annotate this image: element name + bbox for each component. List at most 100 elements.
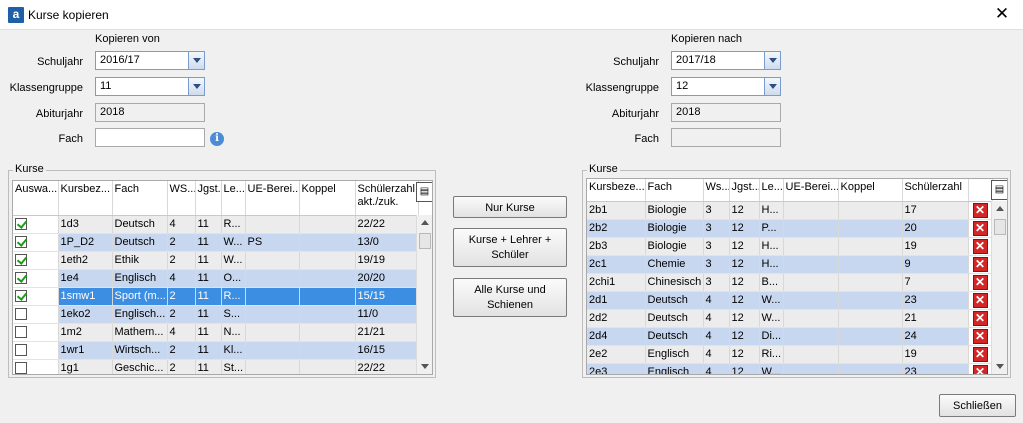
select-checkbox[interactable] bbox=[15, 362, 27, 374]
table-row[interactable]: 1eth2 Ethik 2 11 W... 19/19 bbox=[13, 251, 419, 270]
scroll-thumb[interactable] bbox=[419, 233, 431, 249]
table-cell: 2chi1 bbox=[587, 273, 646, 292]
info-icon[interactable]: i bbox=[210, 132, 224, 146]
col-header[interactable]: Le... bbox=[221, 181, 246, 216]
table-row[interactable]: 2chi1 Chinesisch 3 12 B... 7 ✕ bbox=[587, 273, 993, 292]
table-cell bbox=[838, 345, 903, 364]
col-header[interactable]: Jgst... bbox=[729, 179, 760, 202]
table-cell bbox=[838, 219, 903, 238]
delete-icon[interactable]: ✕ bbox=[972, 328, 988, 344]
table-row[interactable]: 1g1 Geschic... 2 11 St... 22/22 bbox=[13, 359, 419, 374]
table-cell: O... bbox=[221, 269, 246, 288]
table-row[interactable]: 2e2 Englisch 4 12 Ri... 19 ✕ bbox=[587, 345, 993, 364]
table-row[interactable]: 1e4 Englisch 4 11 O... 20/20 bbox=[13, 269, 419, 288]
table-cell: Ethik bbox=[112, 251, 168, 270]
title-bar: a Kurse kopieren ✕ bbox=[0, 0, 1023, 30]
table-row[interactable]: 2d1 Deutsch 4 12 W... 23 ✕ bbox=[587, 291, 993, 310]
table-cell: 2 bbox=[167, 305, 196, 324]
table-row[interactable]: 2b2 Biologie 3 12 P... 20 ✕ bbox=[587, 219, 993, 238]
delete-icon[interactable]: ✕ bbox=[972, 220, 988, 236]
col-header[interactable]: UE-Berei... bbox=[245, 181, 300, 216]
select-checkbox[interactable] bbox=[15, 272, 27, 285]
col-header[interactable]: Ws... bbox=[703, 179, 730, 202]
target-grid-scrollbar[interactable] bbox=[991, 201, 1007, 374]
scroll-up-icon[interactable] bbox=[418, 216, 432, 230]
col-header[interactable]: Auswa... bbox=[13, 181, 59, 216]
scroll-up-icon[interactable] bbox=[993, 202, 1007, 216]
delete-icon[interactable]: ✕ bbox=[972, 292, 988, 308]
select-checkbox[interactable] bbox=[15, 290, 27, 303]
scroll-down-icon[interactable] bbox=[418, 359, 432, 373]
table-row[interactable]: 1d3 Deutsch 4 11 R... 22/22 bbox=[13, 215, 419, 234]
source-grid-scrollbar[interactable] bbox=[416, 215, 432, 374]
table-row[interactable]: 2d2 Deutsch 4 12 W... 21 ✕ bbox=[587, 309, 993, 328]
table-cell: Englisch bbox=[645, 363, 704, 374]
table-cell: 3 bbox=[703, 255, 730, 274]
col-header[interactable]: WS... bbox=[167, 181, 196, 216]
table-row[interactable]: 2b1 Biologie 3 12 H... 17 ✕ bbox=[587, 201, 993, 220]
delete-icon[interactable]: ✕ bbox=[972, 364, 988, 374]
table-row[interactable]: 1smw1 Sport (m... 2 11 R... 15/15 bbox=[13, 287, 419, 306]
select-checkbox[interactable] bbox=[15, 308, 27, 321]
col-header[interactable]: Koppel bbox=[838, 179, 903, 202]
close-icon[interactable]: ✕ bbox=[991, 4, 1013, 26]
table-cell bbox=[783, 363, 839, 374]
delete-icon[interactable]: ✕ bbox=[972, 256, 988, 272]
schliessen-button[interactable]: Schließen bbox=[939, 394, 1016, 417]
chevron-down-icon[interactable] bbox=[188, 51, 205, 70]
table-row[interactable]: 2c1 Chemie 3 12 H... 9 ✕ bbox=[587, 255, 993, 274]
column-chooser-icon[interactable]: ▤ bbox=[991, 180, 1007, 200]
col-header[interactable]: Le... bbox=[759, 179, 784, 202]
table-cell: 20 bbox=[902, 219, 969, 238]
col-header[interactable]: Jgst... bbox=[195, 181, 222, 216]
column-chooser-icon[interactable]: ▤ bbox=[416, 182, 432, 202]
col-header[interactable]: Kursbeze... bbox=[587, 179, 646, 202]
col-header[interactable]: Koppel bbox=[299, 181, 356, 216]
source-schuljahr-select[interactable]: 2016/17 bbox=[95, 51, 205, 70]
nur-kurse-button[interactable]: Nur Kurse bbox=[453, 196, 567, 218]
select-checkbox[interactable] bbox=[15, 236, 27, 249]
table-cell: Chinesisch bbox=[645, 273, 704, 292]
table-row[interactable]: 2e3 Englisch 4 12 W... 23 ✕ bbox=[587, 363, 993, 374]
table-row[interactable]: 1eko2 Englisch... 2 11 S... 11/0 bbox=[13, 305, 419, 324]
delete-icon[interactable]: ✕ bbox=[972, 202, 988, 218]
source-fach-input[interactable] bbox=[95, 128, 205, 147]
table-row[interactable]: 1wr1 Wirtsch... 2 11 Kl... 16/15 bbox=[13, 341, 419, 360]
select-checkbox[interactable] bbox=[15, 218, 27, 231]
target-schuljahr-select[interactable]: 2017/18 bbox=[671, 51, 781, 70]
col-header[interactable]: UE-Berei... bbox=[783, 179, 839, 202]
table-cell bbox=[299, 269, 356, 288]
table-row[interactable]: 2b3 Biologie 3 12 H... 19 ✕ bbox=[587, 237, 993, 256]
chevron-down-icon[interactable] bbox=[764, 77, 781, 96]
chevron-down-icon[interactable] bbox=[764, 51, 781, 70]
chevron-down-icon[interactable] bbox=[188, 77, 205, 96]
kurse-lehrer-schueler-button[interactable]: Kurse + Lehrer + Schüler bbox=[453, 228, 567, 267]
table-cell: B... bbox=[759, 273, 784, 292]
col-header[interactable]: Fach bbox=[112, 181, 168, 216]
alle-kurse-schienen-button[interactable]: Alle Kurse und Schienen bbox=[453, 278, 567, 317]
table-cell: 12 bbox=[729, 273, 760, 292]
select-checkbox[interactable] bbox=[15, 326, 27, 339]
target-klassengruppe-select[interactable]: 12 bbox=[671, 77, 781, 96]
delete-icon[interactable]: ✕ bbox=[972, 310, 988, 326]
source-courses-legend: Kurse bbox=[13, 163, 46, 175]
grid-header-row: Kursbeze... Fach Ws... Jgst... Le... UE-… bbox=[587, 179, 993, 202]
table-cell: 7 bbox=[902, 273, 969, 292]
source-klassengruppe-select[interactable]: 11 bbox=[95, 77, 205, 96]
delete-icon[interactable]: ✕ bbox=[972, 238, 988, 254]
col-header[interactable]: Schülerzahl bbox=[902, 179, 969, 202]
target-abiturjahr-label: Abiturjahr bbox=[611, 108, 659, 120]
delete-icon[interactable]: ✕ bbox=[972, 346, 988, 362]
col-header[interactable]: Fach bbox=[645, 179, 704, 202]
table-row[interactable]: 2d4 Deutsch 4 12 Di... 24 ✕ bbox=[587, 327, 993, 346]
table-row[interactable]: 1P_D2 Deutsch 2 11 W... PS 13/0 bbox=[13, 233, 419, 252]
scroll-thumb[interactable] bbox=[994, 219, 1006, 235]
table-cell bbox=[783, 309, 839, 328]
select-checkbox[interactable] bbox=[15, 254, 27, 267]
delete-icon[interactable]: ✕ bbox=[972, 274, 988, 290]
col-header[interactable]: Kursbez... bbox=[58, 181, 113, 216]
select-checkbox[interactable] bbox=[15, 344, 27, 357]
scroll-down-icon[interactable] bbox=[993, 359, 1007, 373]
col-header[interactable]: Schülerzahl akt./zuk. bbox=[355, 181, 419, 216]
table-row[interactable]: 1m2 Mathem... 4 11 N... 21/21 bbox=[13, 323, 419, 342]
